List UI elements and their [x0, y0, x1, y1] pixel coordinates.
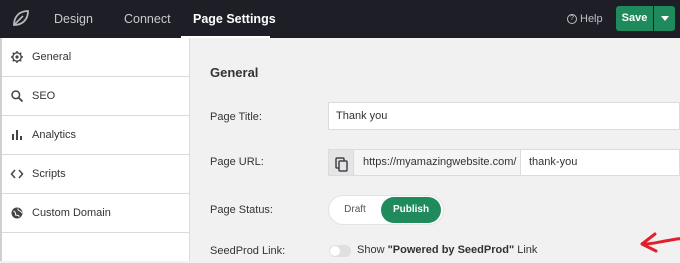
gear-icon [11, 51, 23, 63]
tab-connect[interactable]: Connect [124, 0, 171, 38]
sidebar-item-label: Custom Domain [32, 207, 111, 219]
seedprod-link-toggle[interactable] [329, 245, 351, 257]
page-title-input[interactable]: Thank you [328, 102, 680, 130]
tab-page-settings[interactable]: Page Settings [193, 0, 276, 38]
bar-chart-icon [12, 130, 22, 140]
page-status-toggle: Draft Publish [328, 195, 444, 225]
page-url-field: https://myamazingwebsite.com/ thank-you [328, 149, 680, 176]
help-link[interactable]: ? Help [567, 0, 603, 38]
seedprod-text-pre: Show [357, 244, 388, 256]
url-slug-input[interactable]: thank-you [521, 149, 680, 176]
sidebar-item-label: Analytics [32, 129, 77, 141]
settings-sidebar: General SEO Analytics Scripts Custom Dom… [2, 38, 190, 261]
save-options-dropdown[interactable] [654, 6, 675, 31]
sidebar-item-seo[interactable]: SEO [2, 77, 189, 116]
status-draft-option[interactable]: Draft [329, 196, 381, 224]
top-bar: Design Connect Page Settings ? Help Save [0, 0, 680, 39]
page-status-label: Page Status: [210, 204, 273, 216]
general-settings-panel: General Page Title: Thank you Page URL: … [190, 38, 680, 261]
sidebar-item-scripts[interactable]: Scripts [2, 155, 189, 194]
copy-icon [335, 157, 348, 172]
sidebar-item-custom-domain[interactable]: Custom Domain [2, 194, 189, 233]
globe-icon [11, 207, 23, 219]
copy-url-button[interactable] [328, 149, 353, 176]
sidebar-item-general[interactable]: General [2, 38, 189, 77]
search-icon [11, 90, 24, 103]
sidebar-item-analytics[interactable]: Analytics [2, 116, 189, 155]
annotation-arrow [640, 232, 680, 253]
url-prefix: https://myamazingwebsite.com/ [353, 149, 521, 176]
seedprod-text-post: Link [514, 244, 538, 256]
question-icon: ? [567, 14, 577, 25]
help-label: Help [580, 13, 603, 25]
page-settings-screen: Design Connect Page Settings ? Help Save … [0, 0, 680, 261]
seedprod-link-text: Show "Powered by SeedProd" Link [357, 244, 537, 256]
sidebar-item-label: General [32, 51, 72, 63]
sidebar-item-label: SEO [32, 90, 56, 102]
seedprod-link-label: SeedProd Link: [210, 245, 286, 257]
tab-design[interactable]: Design [54, 0, 93, 38]
code-icon [10, 169, 24, 179]
seedprod-text-bold: "Powered by SeedProd" [387, 244, 515, 256]
page-title-label: Page Title: [210, 111, 262, 123]
sidebar-item-label: Scripts [32, 168, 66, 180]
save-button[interactable]: Save [616, 6, 653, 31]
seedprod-leaf-icon[interactable] [8, 6, 34, 32]
section-title: General [210, 65, 259, 80]
page-url-label: Page URL: [210, 156, 264, 168]
status-publish-option[interactable]: Publish [381, 197, 441, 223]
